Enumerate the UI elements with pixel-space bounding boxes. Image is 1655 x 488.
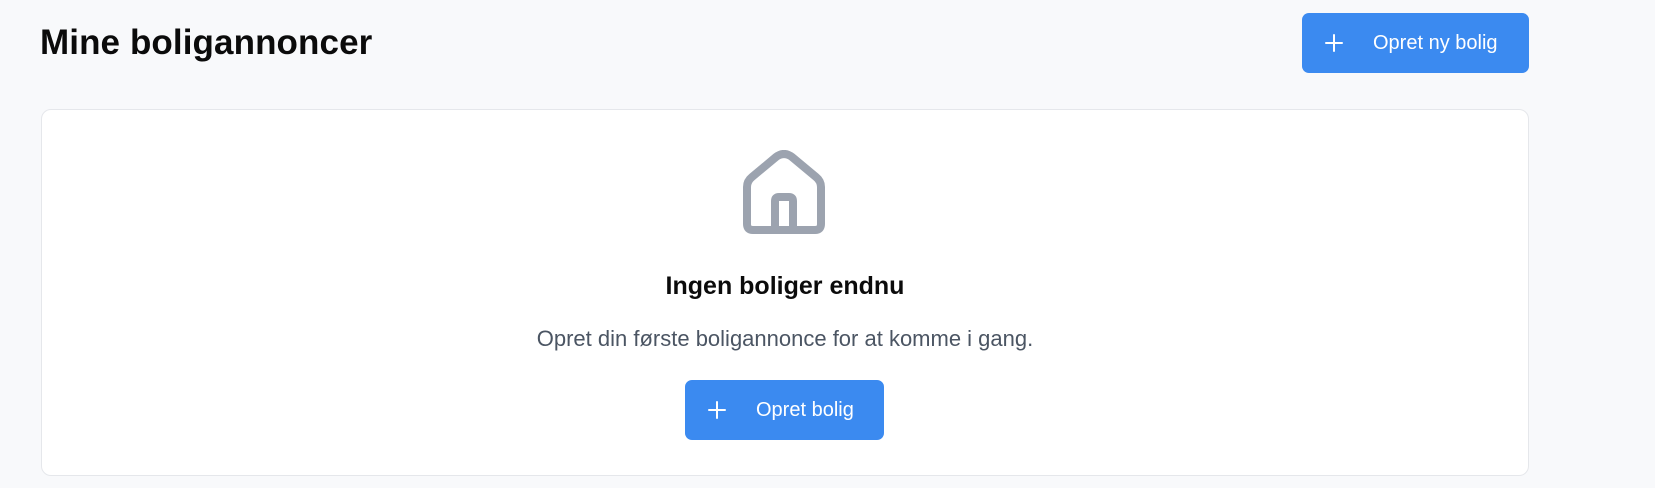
house-icon — [743, 150, 825, 234]
create-listing-button[interactable]: Opret bolig — [685, 380, 884, 440]
plus-icon — [1325, 34, 1343, 52]
page-title: Mine boligannoncer — [40, 23, 373, 62]
create-new-listing-button[interactable]: Opret ny bolig — [1302, 13, 1529, 73]
create-new-listing-label: Opret ny bolig — [1373, 31, 1498, 54]
plus-icon — [708, 401, 726, 419]
empty-state-title: Ingen boliger endnu — [665, 272, 905, 300]
create-listing-label: Opret bolig — [756, 398, 854, 421]
empty-state-description: Opret din første boligannonce for at kom… — [536, 326, 1034, 351]
